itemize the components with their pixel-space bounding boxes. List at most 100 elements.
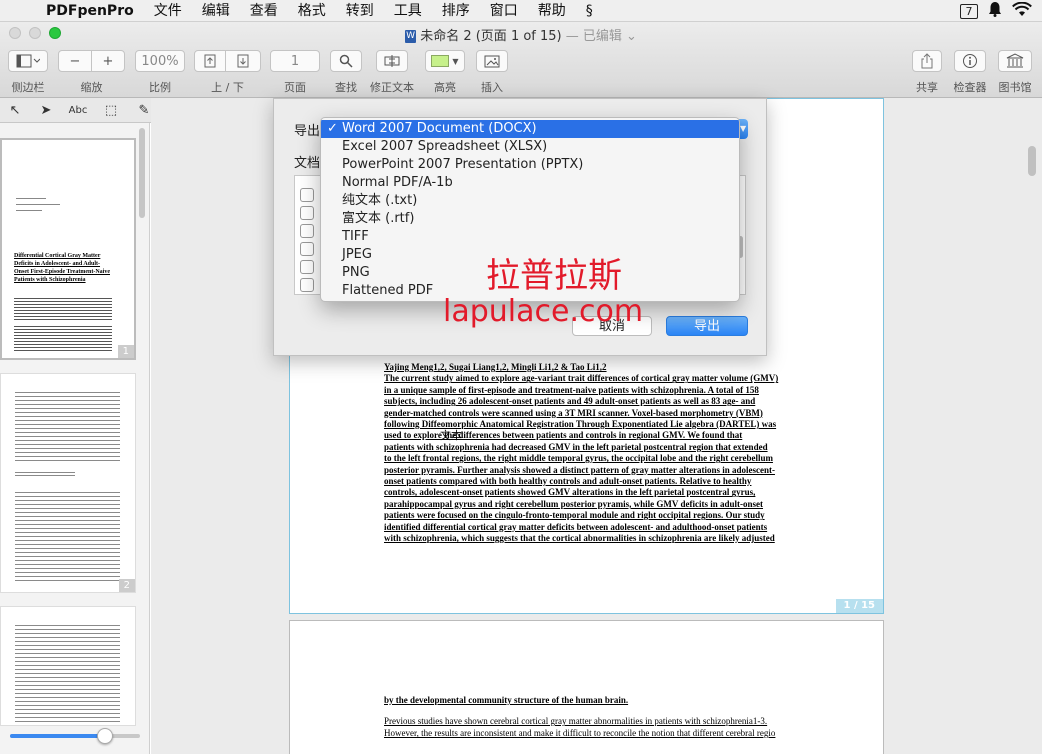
sidebar-label: 侧边栏: [11, 81, 45, 94]
format-option-label: Flattened PDF: [342, 283, 434, 298]
library-label: 图书馆: [998, 81, 1032, 94]
window-title: W 未命名 2 (页面 1 of 15) — 已编辑 ⌄: [0, 25, 1042, 44]
arrow-up-icon: [204, 54, 216, 68]
export-format-label: 导出: [294, 124, 321, 139]
inspector-button[interactable]: [954, 50, 986, 72]
format-option[interactable]: PowerPoint 2007 Presentation (PPTX): [321, 156, 739, 174]
page-label: 页面: [284, 81, 306, 94]
find-button[interactable]: [330, 50, 362, 72]
document-checkbox[interactable]: [300, 278, 314, 292]
menu-view[interactable]: 查看: [240, 0, 288, 22]
page-down-button[interactable]: [225, 50, 261, 72]
page-2-line: However, the results are inconsistent an…: [384, 728, 776, 738]
scale-label: 比例: [149, 81, 171, 94]
script-menu-icon[interactable]: §: [576, 0, 603, 22]
find-label: 查找: [335, 81, 357, 94]
page-indicator-badge: 1 / 15: [835, 599, 883, 613]
format-option[interactable]: 富文本 (.rtf): [321, 210, 739, 228]
page-number-badge: 2: [118, 579, 135, 592]
highlight-color-swatch-icon: [431, 55, 450, 67]
zoom-in-button[interactable]: +: [91, 50, 125, 72]
sidebar-toggle-button[interactable]: [8, 50, 48, 72]
format-option[interactable]: Normal PDF/A-1b: [321, 174, 739, 192]
menu-file[interactable]: 文件: [144, 0, 192, 22]
format-option-label: PowerPoint 2007 Presentation (PPTX): [342, 157, 584, 172]
watermark-chinese: 拉普拉斯: [486, 256, 622, 296]
share-icon: [921, 53, 933, 69]
insert-button[interactable]: [476, 50, 508, 72]
format-option[interactable]: TIFF: [321, 228, 739, 246]
document-checkbox[interactable]: [300, 260, 314, 274]
page-thumbnail-2[interactable]: 2: [0, 373, 136, 593]
menu-window[interactable]: 窗口: [480, 0, 528, 22]
sidebar-icon: [16, 54, 40, 68]
thumbnail-sidebar: Differential Cortical Gray Matter Defici…: [0, 123, 150, 754]
notification-icon[interactable]: [988, 1, 1002, 21]
pointer-tool-icon[interactable]: ➤: [36, 101, 56, 120]
zoom-percent-field[interactable]: 100%: [135, 50, 185, 72]
share-button[interactable]: [912, 50, 942, 72]
library-button[interactable]: [998, 50, 1032, 72]
slider-knob[interactable]: [97, 728, 113, 744]
document-checkbox[interactable]: [300, 188, 314, 202]
library-icon: [1006, 53, 1024, 68]
zoom-label: 缩放: [80, 81, 103, 94]
zoom-out-button[interactable]: −: [58, 50, 92, 72]
page-number-field[interactable]: 1: [270, 50, 320, 72]
format-option-label: PNG: [342, 265, 370, 280]
app-menu[interactable]: PDFpenPro: [36, 0, 144, 22]
word-doc-icon: W: [405, 30, 417, 43]
insert-image-icon: [484, 55, 500, 68]
edited-status[interactable]: — 已编辑 ⌄: [566, 29, 637, 44]
document-checkbox[interactable]: [300, 224, 314, 238]
export-button[interactable]: 导出: [666, 316, 748, 336]
format-option[interactable]: Excel 2007 Spreadsheet (XLSX): [321, 138, 739, 156]
menu-help[interactable]: 帮助: [528, 0, 576, 22]
inspector-label: 检查器: [953, 81, 987, 94]
menu-format[interactable]: 格式: [288, 0, 336, 22]
document-title: 未命名 2 (页面 1 of 15): [420, 29, 562, 44]
fix-text-button[interactable]: [376, 50, 408, 72]
page-up-button[interactable]: [194, 50, 226, 72]
menu-edit[interactable]: 编辑: [192, 0, 240, 22]
sidebar-scrollbar[interactable]: [139, 128, 145, 218]
plus-icon: +: [102, 53, 114, 69]
menu-tools[interactable]: 工具: [384, 0, 432, 22]
menu-arrange[interactable]: 排序: [432, 0, 480, 22]
document-scrollbar[interactable]: [1028, 146, 1036, 176]
chevron-down-icon: ▼: [452, 56, 459, 66]
info-icon: [963, 54, 977, 68]
highlight-label: 高亮: [434, 81, 456, 94]
menu-go[interactable]: 转到: [336, 0, 384, 22]
wifi-icon[interactable]: [1012, 1, 1032, 21]
search-icon: [339, 54, 353, 68]
thumbnail-title: Differential Cortical Gray Matter Defici…: [14, 253, 110, 283]
text-select-tool-icon[interactable]: Abc: [68, 101, 88, 120]
document-checkbox[interactable]: [300, 206, 314, 220]
format-option-label: JPEG: [342, 247, 372, 262]
fix-text-icon: [384, 55, 400, 67]
page-thumbnail-1[interactable]: Differential Cortical Gray Matter Defici…: [0, 138, 136, 360]
format-option[interactable]: 纯文本 (.txt): [321, 192, 739, 210]
format-option[interactable]: ✓ Word 2007 Document (DOCX): [321, 120, 739, 138]
updown-label: 上 / 下: [211, 81, 244, 94]
thumbnail-size-slider[interactable]: [10, 728, 140, 744]
document-checkbox[interactable]: [300, 242, 314, 256]
page-thumbnail-3[interactable]: [0, 606, 136, 726]
format-option-label: Normal PDF/A-1b: [342, 175, 453, 190]
arrow-down-icon: [237, 54, 249, 68]
document-page-2[interactable]: by the developmental community structure…: [289, 620, 884, 754]
page-number-badge: 1: [117, 345, 134, 358]
highlight-button[interactable]: ▼: [425, 50, 465, 72]
marquee-tool-icon[interactable]: ⬚: [101, 101, 121, 120]
watermark-url: lapulace.com: [443, 294, 644, 329]
format-option-label: 纯文本 (.txt): [342, 193, 418, 208]
select-all-tool-icon[interactable]: ↖: [5, 101, 25, 120]
status-number[interactable]: 7: [960, 3, 978, 19]
format-option-label: 富文本 (.rtf): [342, 211, 415, 226]
window-toolbar: W 未命名 2 (页面 1 of 15) — 已编辑 ⌄ 侧边栏 − + 缩放 …: [0, 22, 1042, 98]
insert-label: 插入: [481, 81, 503, 94]
format-option-label: Excel 2007 Spreadsheet (XLSX): [342, 139, 548, 154]
slider-fill: [10, 734, 105, 738]
page-2-heading: by the developmental community structure…: [384, 695, 629, 705]
